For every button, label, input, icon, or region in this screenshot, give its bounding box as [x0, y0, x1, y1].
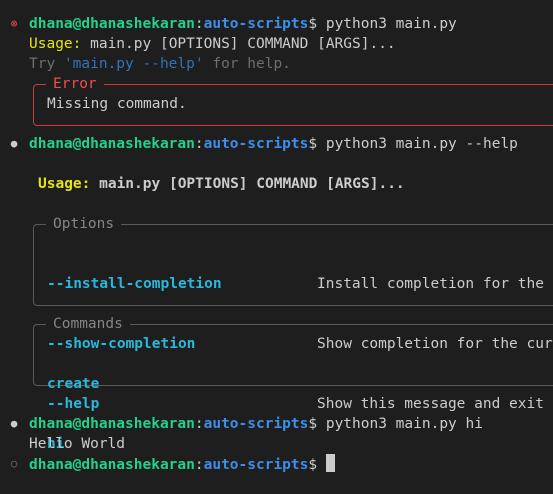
error-message: Missing command. [47, 96, 187, 112]
success-status-icon[interactable]: ● [9, 414, 19, 434]
error-box: Error Missing command. [33, 74, 553, 126]
option-row: --install-completion Install completion f… [47, 276, 544, 292]
usage-line: Usage: main.py [OPTIONS] COMMAND [ARGS].… [29, 36, 396, 52]
prompt-dollar: $ [308, 16, 326, 32]
options-box-title: Options [46, 214, 122, 234]
prompt-path: auto-scripts [203, 16, 309, 32]
prompt-line-3: dhana@dhanashekaran:auto-scripts$ python… [29, 416, 483, 432]
prompt-user: dhana@dhanashekaran [29, 16, 195, 32]
command-item: create [47, 376, 100, 392]
options-box: Options --install-completion Install comp… [33, 214, 553, 412]
text-cursor [325, 454, 335, 472]
prompt-line-current[interactable]: dhana@dhanashekaran:auto-scripts$ [29, 454, 335, 474]
prompt-line-1: dhana@dhanashekaran:auto-scripts$ python… [29, 14, 457, 34]
error-box-title: Error [46, 74, 104, 94]
command-text: python3 main.py --help [325, 136, 518, 152]
command-text: python3 main.py hi [325, 416, 483, 432]
commands-box-title: Commands [46, 314, 130, 334]
prompt-line-2: dhana@dhanashekaran:auto-scripts$ python… [29, 136, 518, 152]
success-status-icon[interactable]: ● [9, 134, 19, 154]
prompt-sep: : [194, 16, 204, 32]
command-text: python3 main.py [325, 16, 457, 32]
error-status-icon[interactable]: ⊗ [9, 14, 19, 34]
pending-status-icon: ○ [10, 457, 18, 470]
option-row: --help Show this message and exit [47, 396, 544, 412]
commands-box: Commands create hi [33, 314, 553, 452]
output-text: Hello World [29, 436, 126, 452]
usage-line-help: Usage: main.py [OPTIONS] COMMAND [ARGS].… [38, 176, 405, 192]
try-help-line: Try 'main.py --help' for help. [29, 56, 291, 72]
